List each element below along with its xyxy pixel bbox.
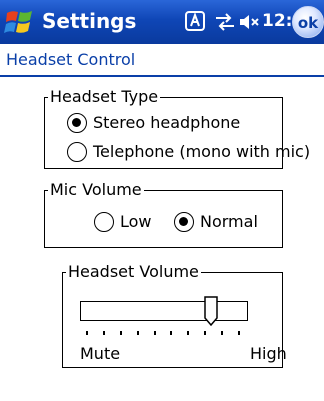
radio-label: Normal <box>200 212 258 231</box>
radio-telephone-mono[interactable]: Telephone (mono with mic) <box>67 142 310 162</box>
page-header: Headset Control <box>0 44 324 76</box>
slider-tick <box>187 331 190 335</box>
connectivity-icon[interactable] <box>213 11 237 33</box>
headset-type-legend: Headset Type <box>48 87 161 107</box>
ok-button[interactable]: ok <box>292 6 324 38</box>
windows-start-icon[interactable] <box>4 7 35 38</box>
volume-max-label: High <box>250 344 287 363</box>
radio-label: Stereo headphone <box>93 113 241 132</box>
slider-tick <box>170 331 173 335</box>
slider-tick <box>86 331 88 335</box>
radio-stereo-headphone[interactable]: Stereo headphone <box>67 113 240 133</box>
radio-button[interactable] <box>94 212 114 232</box>
slider-tick <box>102 331 105 335</box>
slider-thumb[interactable] <box>204 296 218 326</box>
slider-tick <box>119 331 122 335</box>
header-divider <box>0 75 324 77</box>
slider-tick <box>221 331 224 335</box>
radio-button[interactable] <box>67 142 87 162</box>
radio-mic-low[interactable]: Low <box>94 212 152 232</box>
volume-min-label: Mute <box>80 344 121 363</box>
slider-tick <box>136 331 139 335</box>
radio-button-checked[interactable] <box>174 212 194 232</box>
slider-tick <box>238 331 240 335</box>
title-bar: Settings 12:11 ok <box>0 0 324 44</box>
radio-label: Telephone (mono with mic) <box>93 142 311 161</box>
page-title: Headset Control <box>6 50 136 69</box>
headset-volume-slider[interactable] <box>80 301 248 321</box>
mic-volume-legend: Mic Volume <box>48 180 144 200</box>
radio-mic-normal[interactable]: Normal <box>174 212 258 232</box>
slider-tick <box>153 331 156 335</box>
radio-label: Low <box>120 212 152 231</box>
a-lock-icon[interactable] <box>185 11 205 31</box>
headset-volume-legend: Headset Volume <box>66 262 201 282</box>
slider-tick <box>204 331 207 335</box>
speaker-mute-icon[interactable] <box>239 12 259 32</box>
radio-button-checked[interactable] <box>67 113 87 133</box>
window-title: Settings <box>42 9 137 33</box>
